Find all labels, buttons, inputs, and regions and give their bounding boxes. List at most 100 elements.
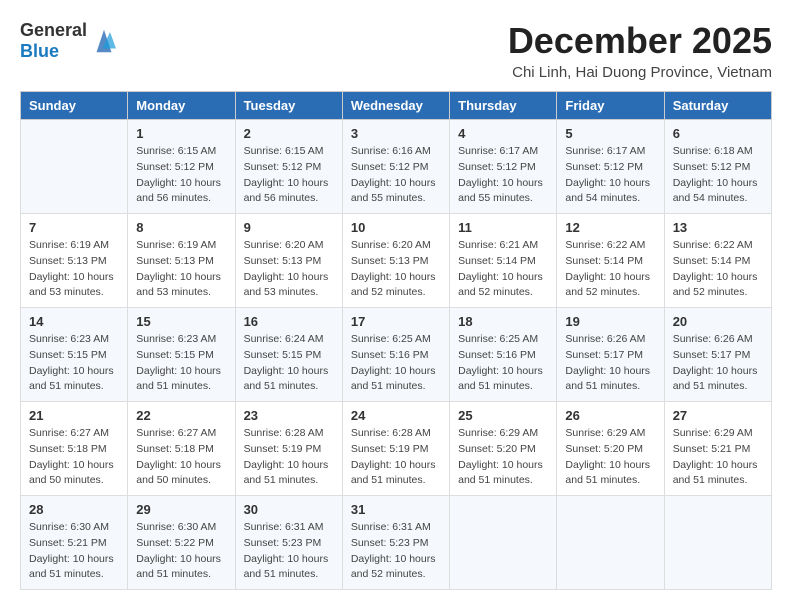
calendar-cell: 25 Sunrise: 6:29 AM Sunset: 5:20 PM Dayli…: [450, 402, 557, 496]
calendar-cell: 31 Sunrise: 6:31 AM Sunset: 5:23 PM Dayli…: [342, 496, 449, 590]
day-number: 13: [673, 220, 763, 235]
day-info: Sunrise: 6:27 AM Sunset: 5:18 PM Dayligh…: [29, 426, 119, 489]
calendar-cell: 8Sunrise: 6:19 AM Sunset: 5:13 PM Daylig…: [128, 214, 235, 308]
day-info: Sunrise: 6:22 AM Sunset: 5:14 PM Dayligh…: [565, 238, 655, 301]
calendar-header-sunday: Sunday: [21, 92, 128, 120]
calendar-body: 1 Sunrise: 6:15 AM Sunset: 5:12 PM Daylig…: [21, 120, 772, 590]
calendar-cell: 4 Sunrise: 6:17 AM Sunset: 5:12 PM Daylig…: [450, 120, 557, 214]
day-number: 19: [565, 314, 655, 329]
calendar-cell: 30 Sunrise: 6:31 AM Sunset: 5:23 PM Dayli…: [235, 496, 342, 590]
calendar-cell: 2 Sunrise: 6:15 AM Sunset: 5:12 PM Daylig…: [235, 120, 342, 214]
day-info: Sunrise: 6:15 AM Sunset: 5:12 PM Dayligh…: [136, 144, 226, 207]
day-info: Sunrise: 6:23 AM Sunset: 5:15 PM Dayligh…: [136, 332, 226, 395]
day-info: Sunrise: 6:22 AM Sunset: 5:14 PM Dayligh…: [673, 238, 763, 301]
calendar-cell: 15Sunrise: 6:23 AM Sunset: 5:15 PM Dayli…: [128, 308, 235, 402]
calendar-cell: 28 Sunrise: 6:30 AM Sunset: 5:21 PM Dayli…: [21, 496, 128, 590]
day-info: Sunrise: 6:29 AM Sunset: 5:20 PM Dayligh…: [458, 426, 548, 489]
day-number: 20: [673, 314, 763, 329]
calendar-header-thursday: Thursday: [450, 92, 557, 120]
day-info: Sunrise: 6:21 AM Sunset: 5:14 PM Dayligh…: [458, 238, 548, 301]
calendar-cell: [664, 496, 771, 590]
day-info: Sunrise: 6:31 AM Sunset: 5:23 PM Dayligh…: [244, 520, 334, 583]
day-number: 21: [29, 408, 119, 423]
day-number: 23: [244, 408, 334, 423]
day-info: Sunrise: 6:24 AM Sunset: 5:15 PM Dayligh…: [244, 332, 334, 395]
day-info: Sunrise: 6:17 AM Sunset: 5:12 PM Dayligh…: [565, 144, 655, 207]
calendar-header-friday: Friday: [557, 92, 664, 120]
page-header: General Blue December 2025 Chi Linh, Hai…: [20, 20, 772, 81]
day-info: Sunrise: 6:18 AM Sunset: 5:12 PM Dayligh…: [673, 144, 763, 207]
calendar-cell: 27 Sunrise: 6:29 AM Sunset: 5:21 PM Dayli…: [664, 402, 771, 496]
calendar-week-2: 7Sunrise: 6:19 AM Sunset: 5:13 PM Daylig…: [21, 214, 772, 308]
calendar-cell: 11 Sunrise: 6:21 AM Sunset: 5:14 PM Dayli…: [450, 214, 557, 308]
day-number: 29: [136, 502, 226, 517]
day-number: 16: [244, 314, 334, 329]
day-info: Sunrise: 6:16 AM Sunset: 5:12 PM Dayligh…: [351, 144, 441, 207]
calendar-header-tuesday: Tuesday: [235, 92, 342, 120]
day-number: 25: [458, 408, 548, 423]
logo-icon: [89, 26, 119, 56]
calendar-cell: 13 Sunrise: 6:22 AM Sunset: 5:14 PM Dayli…: [664, 214, 771, 308]
calendar-cell: 7Sunrise: 6:19 AM Sunset: 5:13 PM Daylig…: [21, 214, 128, 308]
day-number: 2: [244, 126, 334, 141]
calendar-cell: 3 Sunrise: 6:16 AM Sunset: 5:12 PM Daylig…: [342, 120, 449, 214]
calendar-cell: [21, 120, 128, 214]
page-title: December 2025: [508, 20, 772, 62]
calendar-cell: 14 Sunrise: 6:23 AM Sunset: 5:15 PM Dayli…: [21, 308, 128, 402]
calendar-cell: 23 Sunrise: 6:28 AM Sunset: 5:19 PM Dayli…: [235, 402, 342, 496]
day-number: 22: [136, 408, 226, 423]
calendar-cell: 17Sunrise: 6:25 AM Sunset: 5:16 PM Dayli…: [342, 308, 449, 402]
calendar-header-wednesday: Wednesday: [342, 92, 449, 120]
day-number: 18: [458, 314, 548, 329]
logo-blue: Blue: [20, 41, 59, 61]
day-info: Sunrise: 6:23 AM Sunset: 5:15 PM Dayligh…: [29, 332, 119, 395]
day-number: 6: [673, 126, 763, 141]
calendar-cell: 1 Sunrise: 6:15 AM Sunset: 5:12 PM Daylig…: [128, 120, 235, 214]
day-number: 28: [29, 502, 119, 517]
day-number: 9: [244, 220, 334, 235]
day-info: Sunrise: 6:20 AM Sunset: 5:13 PM Dayligh…: [351, 238, 441, 301]
calendar-week-5: 28 Sunrise: 6:30 AM Sunset: 5:21 PM Dayli…: [21, 496, 772, 590]
day-info: Sunrise: 6:31 AM Sunset: 5:23 PM Dayligh…: [351, 520, 441, 583]
day-info: Sunrise: 6:30 AM Sunset: 5:21 PM Dayligh…: [29, 520, 119, 583]
day-number: 1: [136, 126, 226, 141]
calendar-cell: 9 Sunrise: 6:20 AM Sunset: 5:13 PM Daylig…: [235, 214, 342, 308]
calendar-cell: 6 Sunrise: 6:18 AM Sunset: 5:12 PM Daylig…: [664, 120, 771, 214]
day-info: Sunrise: 6:25 AM Sunset: 5:16 PM Dayligh…: [458, 332, 548, 395]
day-number: 11: [458, 220, 548, 235]
day-number: 26: [565, 408, 655, 423]
day-info: Sunrise: 6:28 AM Sunset: 5:19 PM Dayligh…: [244, 426, 334, 489]
day-info: Sunrise: 6:19 AM Sunset: 5:13 PM Dayligh…: [136, 238, 226, 301]
calendar-cell: 12Sunrise: 6:22 AM Sunset: 5:14 PM Dayli…: [557, 214, 664, 308]
calendar-header-row: SundayMondayTuesdayWednesdayThursdayFrid…: [21, 92, 772, 120]
day-info: Sunrise: 6:17 AM Sunset: 5:12 PM Dayligh…: [458, 144, 548, 207]
calendar-header-saturday: Saturday: [664, 92, 771, 120]
day-number: 24: [351, 408, 441, 423]
logo: General Blue: [20, 20, 119, 62]
day-number: 31: [351, 502, 441, 517]
page-subtitle: Chi Linh, Hai Duong Province, Vietnam: [508, 64, 772, 81]
day-info: Sunrise: 6:19 AM Sunset: 5:13 PM Dayligh…: [29, 238, 119, 301]
day-info: Sunrise: 6:25 AM Sunset: 5:16 PM Dayligh…: [351, 332, 441, 395]
day-number: 27: [673, 408, 763, 423]
day-info: Sunrise: 6:26 AM Sunset: 5:17 PM Dayligh…: [673, 332, 763, 395]
day-info: Sunrise: 6:29 AM Sunset: 5:21 PM Dayligh…: [673, 426, 763, 489]
calendar-table: SundayMondayTuesdayWednesdayThursdayFrid…: [20, 91, 772, 590]
day-info: Sunrise: 6:15 AM Sunset: 5:12 PM Dayligh…: [244, 144, 334, 207]
day-info: Sunrise: 6:20 AM Sunset: 5:13 PM Dayligh…: [244, 238, 334, 301]
day-number: 10: [351, 220, 441, 235]
calendar-cell: 19Sunrise: 6:26 AM Sunset: 5:17 PM Dayli…: [557, 308, 664, 402]
day-info: Sunrise: 6:29 AM Sunset: 5:20 PM Dayligh…: [565, 426, 655, 489]
calendar-cell: [450, 496, 557, 590]
day-number: 4: [458, 126, 548, 141]
calendar-cell: 10 Sunrise: 6:20 AM Sunset: 5:13 PM Dayli…: [342, 214, 449, 308]
logo-general: General: [20, 20, 87, 40]
calendar-week-4: 21 Sunrise: 6:27 AM Sunset: 5:18 PM Dayli…: [21, 402, 772, 496]
calendar-cell: [557, 496, 664, 590]
day-number: 30: [244, 502, 334, 517]
calendar-cell: 5Sunrise: 6:17 AM Sunset: 5:12 PM Daylig…: [557, 120, 664, 214]
day-number: 14: [29, 314, 119, 329]
day-number: 3: [351, 126, 441, 141]
calendar-week-1: 1 Sunrise: 6:15 AM Sunset: 5:12 PM Daylig…: [21, 120, 772, 214]
calendar-cell: 21 Sunrise: 6:27 AM Sunset: 5:18 PM Dayli…: [21, 402, 128, 496]
